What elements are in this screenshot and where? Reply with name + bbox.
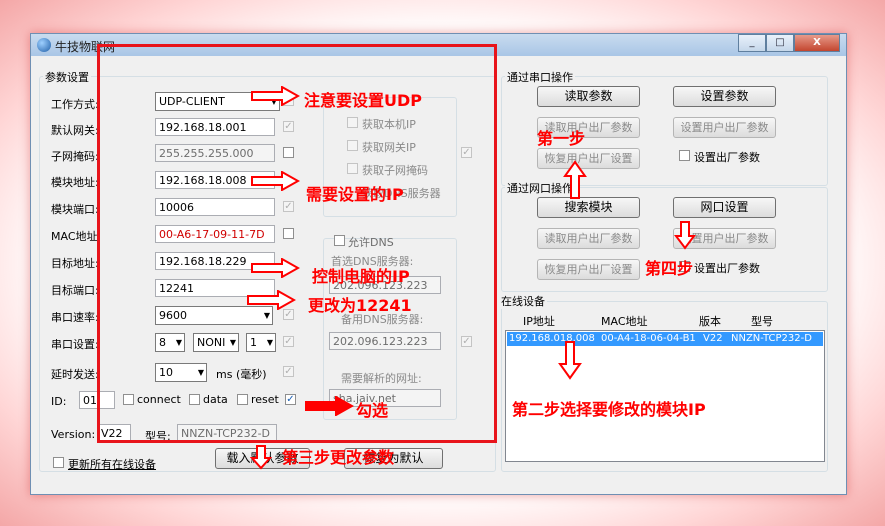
work-mode-label: 工作方式:: [51, 98, 99, 111]
module-port-label: 模块端口:: [51, 203, 99, 216]
col-header-mac: MAC地址: [601, 315, 648, 328]
annotation-udp: 注意要设置UDP: [304, 91, 423, 110]
arrow-right-icon: [251, 86, 300, 106]
id-label: ID:: [51, 395, 67, 408]
target-port-label: 目标端口:: [51, 284, 99, 297]
serial-set-factory-label: 设置出厂参数: [694, 151, 760, 164]
net-read-user-factory-button[interactable]: 读取用户出厂参数: [537, 228, 640, 249]
annotation-step3: 第三步更改参数: [282, 448, 395, 467]
arrow-up-icon: [563, 160, 587, 199]
arrow-right-icon: [251, 258, 300, 278]
annotation-ip-needed: 需要设置的IP: [306, 185, 404, 204]
maximize-button[interactable]: □: [766, 34, 794, 52]
annotation-control-ip: 控制电脑的IP: [312, 267, 410, 286]
annotation-step1: 第一步: [537, 129, 586, 148]
serial-restore-factory-button[interactable]: 恢复用户出厂设置: [537, 148, 640, 169]
annotation-check: 勾选: [356, 401, 389, 420]
net-settings-button[interactable]: 网口设置: [673, 197, 776, 218]
arrow-right-icon: [251, 171, 300, 191]
update-all-checkbox[interactable]: [53, 457, 64, 468]
arrow-right-icon: [247, 290, 296, 310]
row-version: V22: [703, 333, 723, 344]
net-set-factory-label: 设置出厂参数: [694, 262, 760, 275]
search-modules-button[interactable]: 搜索模块: [537, 197, 640, 218]
delay-label: 延时发送:: [51, 368, 99, 381]
gateway-label: 默认网关:: [51, 124, 99, 137]
annotation-change-port: 更改为12241: [308, 296, 412, 315]
table-row[interactable]: 192.168.018.008 00-A4-18-06-04-B1 V22 NN…: [507, 332, 823, 346]
set-params-button[interactable]: 设置参数: [673, 86, 776, 107]
version-label: Version:: [51, 428, 96, 441]
target-addr-label: 目标地址:: [51, 257, 99, 270]
col-header-version: 版本: [699, 315, 721, 328]
serial-ops-title: 通过串口操作: [505, 69, 575, 85]
serial-set-factory-checkbox[interactable]: [679, 150, 690, 161]
mac-label: MAC地址:: [51, 230, 102, 243]
read-params-button[interactable]: 读取参数: [537, 86, 640, 107]
subnet-label: 子网掩码:: [51, 150, 99, 163]
annotation-step4: 第四步: [645, 259, 694, 278]
update-all-label: 更新所有在线设备: [68, 458, 156, 471]
app-icon: [37, 38, 51, 52]
serial-set-user-factory-button[interactable]: 设置用户出厂参数: [673, 117, 776, 138]
module-addr-label: 模块地址:: [51, 176, 99, 189]
annotation-step2: 第二步选择要修改的模块IP: [512, 400, 706, 419]
net-restore-factory-button[interactable]: 恢复用户出厂设置: [537, 259, 640, 280]
col-header-ip: IP地址: [523, 315, 555, 328]
params-group-title: 参数设置: [43, 69, 91, 85]
online-title: 在线设备: [499, 293, 547, 309]
col-header-model: 型号: [751, 315, 773, 328]
arrow-down-icon: [674, 221, 696, 250]
row-mac: 00-A4-18-06-04-B1: [601, 333, 696, 344]
baud-label: 串口速率:: [51, 311, 99, 324]
minimize-button[interactable]: _: [738, 34, 766, 52]
row-model: NNZN-TCP232-D: [731, 333, 812, 344]
arrow-down-icon: [558, 341, 582, 380]
close-button[interactable]: X: [794, 34, 840, 52]
arrow-down-icon: [250, 445, 272, 470]
serial-label: 串口设置:: [51, 338, 99, 351]
row-ip: 192.168.018.008: [509, 333, 595, 344]
arrow-right-icon: [305, 396, 354, 416]
